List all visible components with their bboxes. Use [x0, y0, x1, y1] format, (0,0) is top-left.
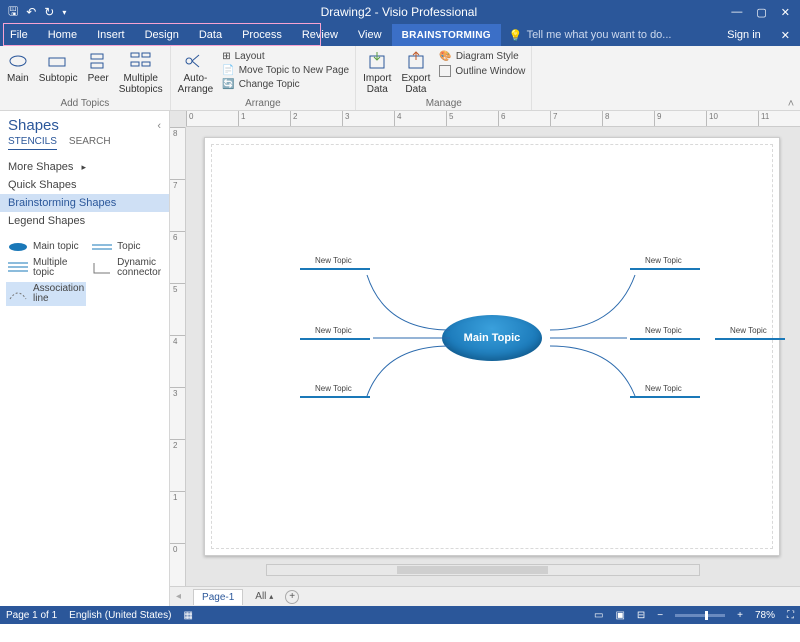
tab-file[interactable]: File [0, 24, 38, 46]
all-pages-button[interactable]: All ▴ [255, 591, 273, 602]
ribbon-tabs: File Home Insert Design Data Process Rev… [0, 24, 800, 46]
presentation-mode-icon[interactable]: ▭ [594, 610, 603, 621]
chevron-right-icon: ▸ [81, 162, 86, 173]
title-bar: 🖫 ↶ ↻ ▾ Drawing2 - Visio Professional — … [0, 0, 800, 24]
shapes-panel: Shapes ‹ STENCILS SEARCH More Shapes▸ Qu… [0, 111, 170, 606]
close-icon[interactable]: ✕ [781, 6, 790, 19]
peer-button[interactable]: Peer [85, 48, 112, 86]
layout-icon: ⊞ [222, 51, 230, 62]
brainstorming-shapes-item[interactable]: Brainstorming Shapes [0, 194, 169, 212]
paper: Main Topic New Topic [204, 137, 780, 556]
style-icon: 🎨 [439, 51, 451, 62]
page-tabs-bar: ◂ Page-1 All ▴ + [170, 586, 800, 606]
collapse-shapes-icon[interactable]: ‹ [157, 120, 161, 132]
association-line-icon [8, 287, 28, 301]
tell-me-placeholder: Tell me what you want to do... [527, 29, 672, 41]
quick-shapes-item[interactable]: Quick Shapes [0, 176, 169, 194]
layout-button[interactable]: ⊞Layout [220, 50, 351, 63]
horizontal-scrollbar[interactable] [266, 564, 700, 576]
ribbon-group-arrange: Auto- Arrange ⊞Layout 📄Move Topic to New… [171, 46, 356, 110]
maximize-icon[interactable]: ▢ [756, 6, 766, 19]
canvas-area: 01234567891011 876543210 Main Topic [170, 111, 800, 606]
shapes-title: Shapes [8, 117, 157, 134]
shape-topic[interactable]: Topic [90, 240, 163, 254]
tab-process[interactable]: Process [232, 24, 292, 46]
page-tab-1[interactable]: Page-1 [193, 589, 243, 605]
macro-icon[interactable]: ▦ [183, 610, 192, 621]
minimize-icon[interactable]: — [731, 6, 742, 19]
lightbulb-icon: 💡 [509, 29, 523, 42]
drawing-page[interactable]: Main Topic New Topic [186, 127, 800, 586]
change-topic-button[interactable]: 🔄Change Topic [220, 78, 351, 91]
shape-dynamic-connector[interactable]: Dynamic connector [90, 256, 163, 280]
sign-in-link[interactable]: Sign in [717, 24, 771, 46]
import-data-button[interactable]: Import Data [360, 48, 394, 97]
move-topic-button[interactable]: 📄Move Topic to New Page [220, 64, 351, 77]
ribbon-group-add-topics: Main Subtopic Peer Multiple Subtopics Ad… [0, 46, 171, 110]
ribbon-close-icon[interactable]: ✕ [771, 24, 800, 46]
legend-shapes-item[interactable]: Legend Shapes [0, 212, 169, 230]
ribbon-group-manage: Import Data Export Data 🎨Diagram Style O… [356, 46, 532, 110]
chevron-up-icon: ▴ [269, 592, 273, 601]
quick-access-toolbar: 🖫 ↶ ↻ ▾ [4, 2, 66, 23]
shape-main-topic[interactable]: Main topic [6, 240, 86, 254]
status-bar: Page 1 of 1 English (United States) ▦ ▭ … [0, 606, 800, 624]
subtopic-button[interactable]: Subtopic [36, 48, 81, 86]
zoom-level[interactable]: 78% [755, 610, 775, 621]
language-status[interactable]: English (United States) [69, 610, 171, 621]
zoom-slider[interactable] [675, 614, 725, 617]
tab-insert[interactable]: Insert [87, 24, 135, 46]
ribbon: Main Subtopic Peer Multiple Subtopics Ad… [0, 46, 800, 111]
tab-home[interactable]: Home [38, 24, 87, 46]
outline-window-checkbox[interactable]: Outline Window [437, 64, 527, 78]
move-icon: 📄 [222, 65, 234, 76]
save-icon[interactable]: 🖫 [8, 2, 18, 23]
zoom-out-button[interactable]: − [657, 610, 663, 621]
change-icon: 🔄 [222, 79, 234, 90]
auto-arrange-button[interactable]: Auto- Arrange [175, 48, 217, 97]
multiple-topic-icon [8, 261, 28, 275]
tab-review[interactable]: Review [292, 24, 348, 46]
main-topic-shape-icon [8, 242, 28, 252]
tab-brainstorming[interactable]: BRAINSTORMING [392, 24, 501, 46]
add-page-button[interactable]: + [285, 590, 299, 604]
diagram-style-button[interactable]: 🎨Diagram Style [437, 50, 527, 63]
export-data-button[interactable]: Export Data [398, 48, 433, 97]
group-label-arrange: Arrange [175, 98, 351, 110]
connectors [205, 138, 779, 555]
dynamic-connector-icon [92, 261, 112, 275]
search-tab[interactable]: SEARCH [69, 136, 111, 150]
fit-page-icon[interactable]: ▣ [615, 610, 624, 621]
group-label-add-topics: Add Topics [4, 98, 166, 110]
tab-design[interactable]: Design [135, 24, 189, 46]
undo-icon[interactable]: ↶ [26, 5, 36, 19]
tab-view[interactable]: View [348, 24, 392, 46]
topic-shape-icon [92, 242, 112, 252]
zoom-in-button[interactable]: + [737, 610, 743, 621]
page-count: Page 1 of 1 [6, 610, 57, 621]
redo-icon[interactable]: ↻ [44, 5, 54, 19]
shape-multiple-topic[interactable]: Multiple topic [6, 256, 86, 280]
app-title: Drawing2 - Visio Professional [66, 5, 731, 19]
main-topic-button[interactable]: Main [4, 48, 32, 86]
tab-data[interactable]: Data [189, 24, 232, 46]
page-width-icon[interactable]: ⊟ [637, 610, 645, 621]
more-shapes-item[interactable]: More Shapes▸ [0, 158, 169, 176]
multiple-subtopics-button[interactable]: Multiple Subtopics [116, 48, 166, 97]
fit-window-icon[interactable]: ⛶ [787, 610, 794, 621]
page-nav-prev-icon[interactable]: ◂ [176, 591, 181, 602]
group-label-manage: Manage [360, 98, 527, 110]
horizontal-ruler: 01234567891011 [186, 111, 800, 127]
stencils-tab[interactable]: STENCILS [8, 136, 57, 150]
vertical-ruler: 876543210 [170, 127, 186, 586]
tell-me-search[interactable]: 💡 Tell me what you want to do... [501, 24, 680, 46]
collapse-ribbon-icon[interactable]: ˄ [782, 46, 800, 110]
shape-association-line[interactable]: Association line [6, 282, 86, 306]
